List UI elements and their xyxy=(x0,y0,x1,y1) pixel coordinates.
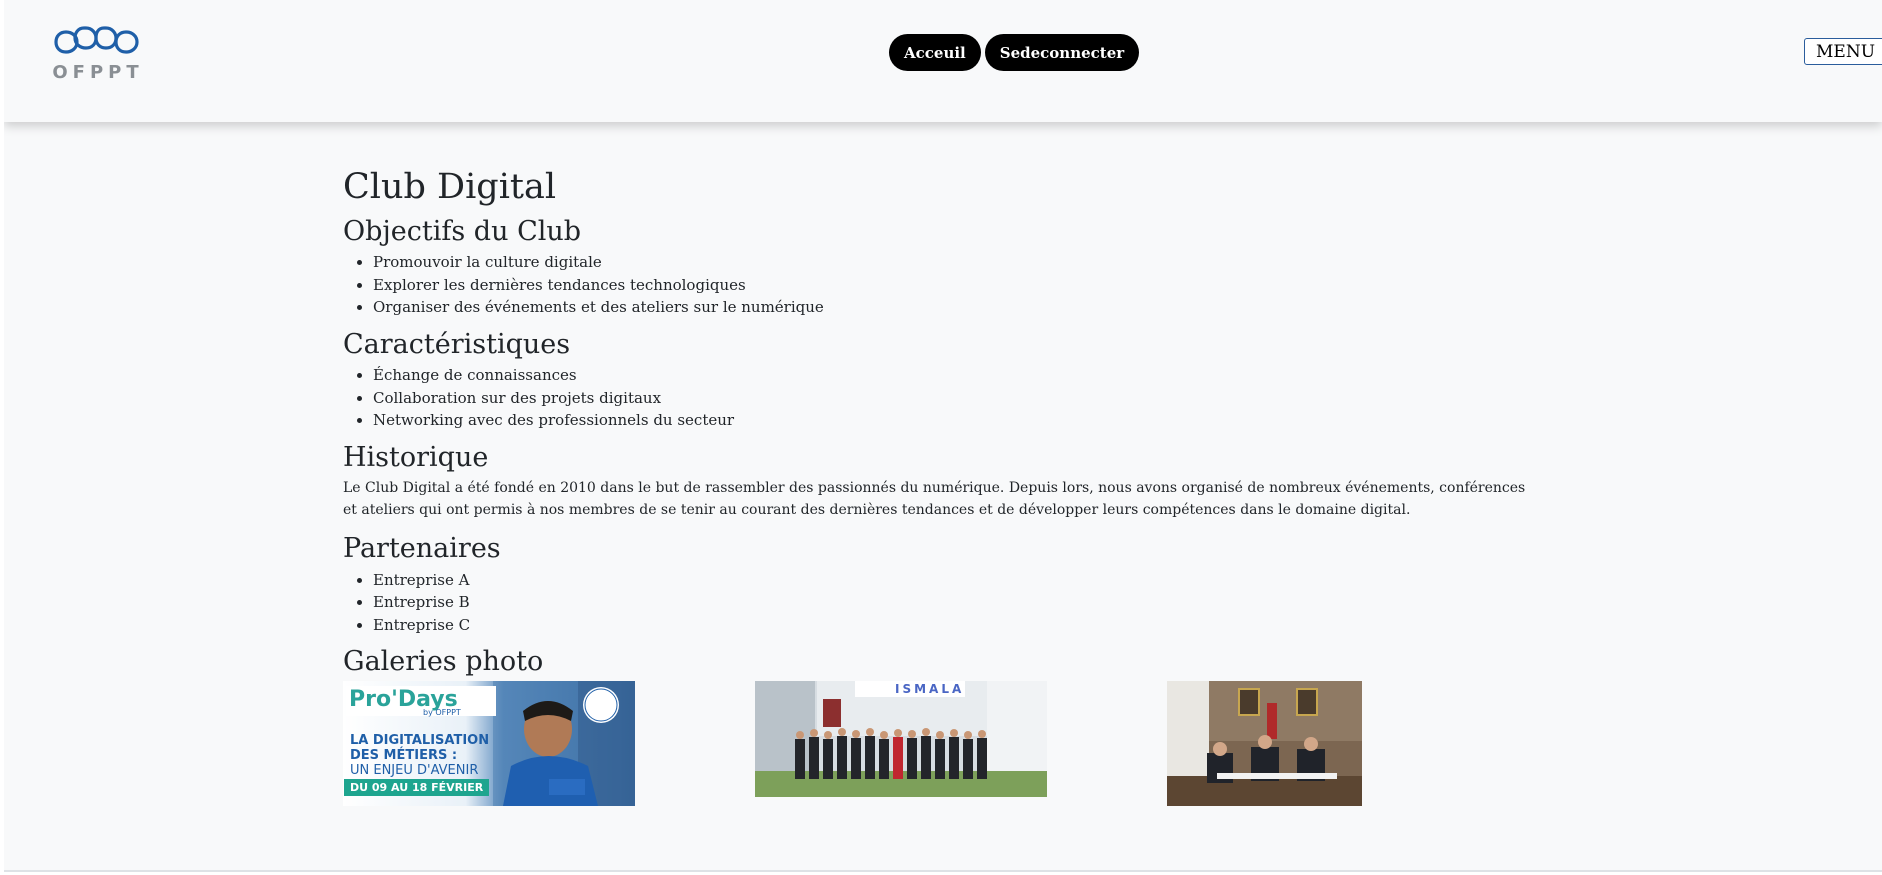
partenaires-heading: Partenaires xyxy=(343,533,501,565)
prodays-dates: DU 09 AU 18 FÉVRIER xyxy=(344,779,490,797)
ismala-group-image xyxy=(755,681,1047,798)
list-item: Collaboration sur des projets digitaux xyxy=(373,387,1543,410)
gallery-photo-meeting[interactable] xyxy=(1167,681,1362,807)
gallery-photo-prodays[interactable]: Pro'Days by OFPPT LA DIGITALISATION DES … xyxy=(343,681,635,807)
logo-text: OFPPT xyxy=(52,62,144,83)
prodays-line3: UN ENJEU D'AVENIR xyxy=(350,763,479,779)
list-item: Entreprise B xyxy=(373,591,1543,614)
prodays-line1: LA DIGITALISATION xyxy=(350,733,490,749)
historique-heading: Historique xyxy=(343,441,489,473)
objectifs-heading: Objectifs du Club xyxy=(343,216,582,247)
objectifs-list: Promouvoir la culture digitale Explorer … xyxy=(343,251,1543,319)
site-header: OFPPT Acceuil Sedeconnecter MENU xyxy=(4,0,1882,122)
list-item: Entreprise A xyxy=(373,569,1543,592)
nav-acceuil-button[interactable]: Acceuil xyxy=(889,34,981,71)
nav-sedeconnecter-button[interactable]: Sedeconnecter xyxy=(984,34,1140,71)
caracteristiques-heading: Caractéristiques xyxy=(343,328,571,360)
list-item: Promouvoir la culture digitale xyxy=(373,251,1543,274)
page-title: Club Digital xyxy=(343,167,557,207)
prodays-line2: DES MÉTIERS : xyxy=(350,748,458,764)
photo-gallery: Pro'Days by OFPPT LA DIGITALISATION DES … xyxy=(343,681,1543,821)
list-item: Entreprise C xyxy=(373,614,1543,637)
historique-text: Le Club Digital a été fondé en 2010 dans… xyxy=(343,480,1526,519)
gallery-photo-ismala[interactable]: ISMALA xyxy=(755,681,1047,798)
prodays-by: by OFPPT xyxy=(423,708,461,718)
meeting-room-image xyxy=(1167,681,1362,807)
list-item: Networking avec des professionnels du se… xyxy=(373,409,1543,432)
page-frame: OFPPT Acceuil Sedeconnecter MENU Club Di… xyxy=(4,0,1882,872)
list-item: Échange de connaissances xyxy=(373,364,1543,387)
caracteristiques-list: Échange de connaissances Collaboration s… xyxy=(343,364,1543,432)
menu-button[interactable]: MENU xyxy=(1804,38,1882,65)
galeries-heading: Galeries photo xyxy=(343,646,544,678)
main-nav: Acceuil Sedeconnecter xyxy=(889,34,1140,71)
list-item: Organiser des événements et des ateliers… xyxy=(373,296,1543,319)
list-item: Explorer les dernières tendances technol… xyxy=(373,274,1543,297)
main-content: Club Digital Objectifs du Club Promouvoi… xyxy=(343,166,1543,821)
partenaires-list: Entreprise A Entreprise B Entreprise C xyxy=(343,569,1543,637)
logo-rings-icon xyxy=(54,26,139,54)
ofppt-logo[interactable]: OFPPT xyxy=(52,24,144,86)
ismala-sign: ISMALA xyxy=(895,682,965,697)
